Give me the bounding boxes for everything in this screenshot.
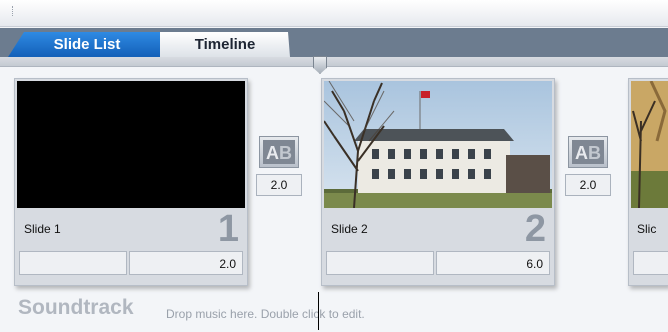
slide-duration-row <box>633 251 668 276</box>
tab-slide-list[interactable]: Slide List <box>8 32 166 57</box>
svg-text:B: B <box>279 143 292 163</box>
ab-transition-icon[interactable]: A B <box>259 136 299 168</box>
slide-effect-field[interactable] <box>326 251 434 275</box>
slide-card-3[interactable]: Slic <box>628 78 668 286</box>
slide-thumbnail-3[interactable] <box>631 81 668 208</box>
slide-card-2[interactable]: Slide 2 2 6.0 <box>321 78 555 286</box>
transition-duration-field[interactable]: 2.0 <box>256 174 302 196</box>
slide-label: Slide 2 <box>331 222 368 236</box>
slide-duration-field[interactable]: 6.0 <box>436 251 550 275</box>
slide-card-1[interactable]: Slide 1 1 2.0 <box>14 78 248 286</box>
slide-effect-field[interactable] <box>633 251 668 275</box>
slide-label: Slide 1 <box>24 222 61 236</box>
slide-duration-row: 6.0 <box>326 251 550 276</box>
slide-number: 2 <box>524 208 546 250</box>
text-cursor <box>318 292 319 330</box>
transition-1: A B 2.0 <box>256 136 302 206</box>
svg-text:A: A <box>575 143 588 163</box>
soundtrack-hint: Drop music here. Double click to edit. <box>166 307 365 321</box>
soundtrack-title: Soundtrack <box>18 296 134 319</box>
top-toolbar-strip <box>0 0 668 27</box>
grip-handle-icon[interactable] <box>12 6 15 16</box>
tab-timeline[interactable]: Timeline <box>160 32 290 57</box>
transition-duration-field[interactable]: 2.0 <box>565 174 611 196</box>
soundtrack-area[interactable]: Soundtrack Drop music here. Double click… <box>0 294 668 332</box>
ab-transition-icon[interactable]: A B <box>568 136 608 168</box>
transition-2: A B 2.0 <box>565 136 611 206</box>
slide-effect-field[interactable] <box>19 251 127 275</box>
svg-text:A: A <box>266 143 279 163</box>
svg-text:B: B <box>588 143 601 163</box>
slide-storyboard: Slide 1 1 2.0 A B 2.0 Slide 2 2 6.0 A B … <box>0 66 668 294</box>
slide-duration-field[interactable]: 2.0 <box>129 251 243 275</box>
slide-label: Slic <box>637 222 657 236</box>
slide-duration-row: 2.0 <box>19 251 243 276</box>
slide-thumbnail-2[interactable] <box>324 81 552 208</box>
slide-thumbnail-1[interactable] <box>17 81 245 208</box>
slide-number: 1 <box>217 208 239 250</box>
view-tab-bar: Slide List Timeline <box>0 28 668 57</box>
